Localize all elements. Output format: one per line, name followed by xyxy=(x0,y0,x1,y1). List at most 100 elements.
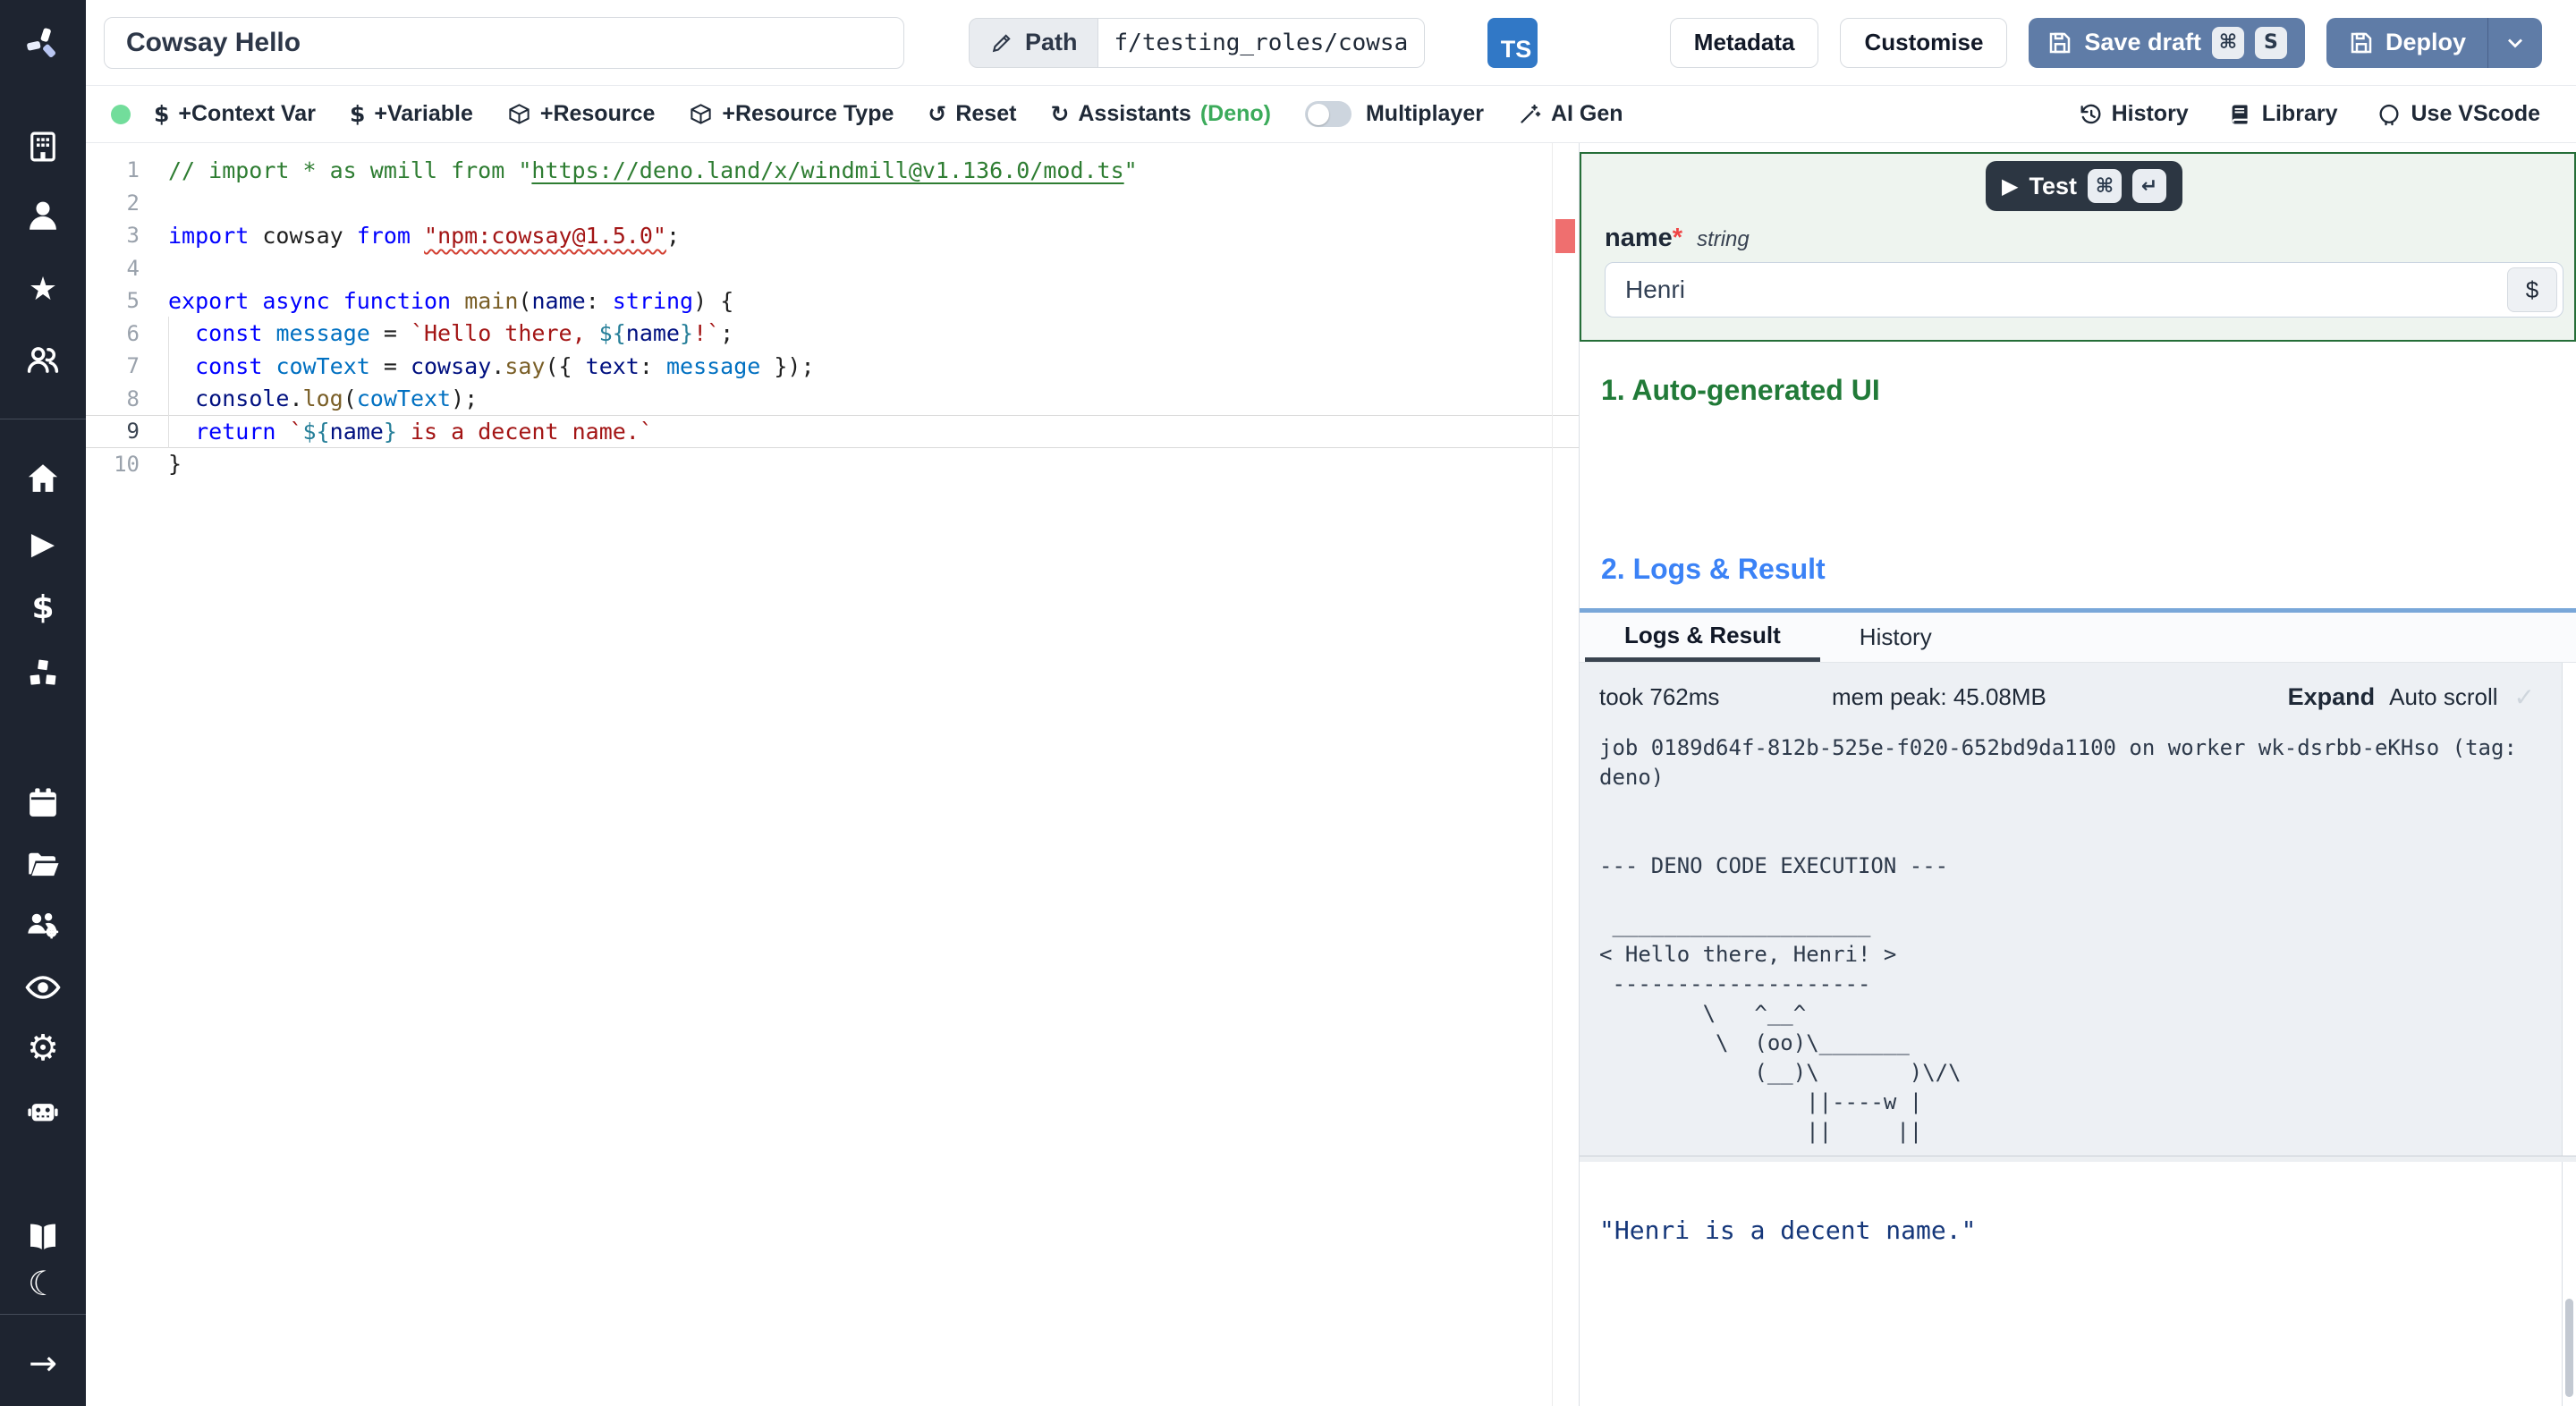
workers-robot-icon[interactable] xyxy=(0,1089,86,1132)
ai-gen-button[interactable]: AI Gen xyxy=(1518,101,1623,127)
tab-history[interactable]: History xyxy=(1820,613,1971,662)
customise-button[interactable]: Customise xyxy=(1840,17,2008,68)
code-text: } xyxy=(168,451,182,478)
scrollbar-thumb[interactable] xyxy=(2565,1299,2573,1397)
code-editor[interactable]: 1 // import * as wmill from "https://deno… xyxy=(86,143,1579,1406)
schedules-calendar-icon[interactable] xyxy=(0,782,86,825)
logs-scrollbar[interactable] xyxy=(2562,663,2576,1156)
line-number: 2 xyxy=(126,190,140,216)
tab-logs-result[interactable]: Logs & Result xyxy=(1585,613,1820,662)
code-text: // import * as wmill from "https://deno.… xyxy=(168,157,1138,183)
code-lines: 1 // import * as wmill from "https://deno… xyxy=(86,154,1579,480)
workspace-icon[interactable] xyxy=(0,125,86,168)
use-vscode-button[interactable]: Use VScode xyxy=(2377,101,2540,127)
line-number: 10 xyxy=(114,451,140,477)
windmill-logo[interactable] xyxy=(0,21,86,64)
deploy-button[interactable]: Deploy xyxy=(2326,17,2542,68)
windmill-app: ★ ▶ $ ⚙ ☾ → Cowsay Hello Path f/testing_… xyxy=(0,0,2576,1406)
library-button[interactable]: Library xyxy=(2228,101,2337,127)
expand-sidebar-arrow-icon[interactable]: → xyxy=(0,1342,86,1385)
logs-pane: took 762ms mem peak: 45.08MB Expand Auto… xyxy=(1580,663,2576,1156)
user-icon[interactable] xyxy=(0,194,86,237)
arg-name: name xyxy=(1605,224,1673,252)
reset-button[interactable]: ↺ Reset xyxy=(928,101,1016,127)
test-button[interactable]: ▶ Test ⌘ ↵ xyxy=(1986,161,2182,211)
path-value[interactable]: f/testing_roles/cowsa xyxy=(1097,18,1425,67)
script-title-input[interactable] xyxy=(104,16,904,69)
content-area: 1 // import * as wmill from "https://deno… xyxy=(86,143,2576,1406)
history-button[interactable]: History xyxy=(2078,101,2189,127)
code-line-4[interactable]: 4 xyxy=(86,252,1579,285)
cmd-key-badge: ⌘ xyxy=(2087,169,2122,203)
code-line-8[interactable]: 8 console.log(cowText); xyxy=(86,382,1579,416)
book-icon xyxy=(2232,105,2248,123)
line-number: 1 xyxy=(126,157,140,183)
cmd-key-badge: ⌘ xyxy=(2211,26,2244,59)
runs-play-icon[interactable]: ▶ xyxy=(0,522,86,565)
metadata-button[interactable]: Metadata xyxy=(1669,17,1819,68)
save-icon xyxy=(2050,32,2071,53)
add-variable-button[interactable]: $ +Variable xyxy=(350,101,473,127)
main-area: Path f/testing_roles/cowsa TS Metadata C… xyxy=(86,0,2576,1406)
assistants-button[interactable]: ↻ Assistants (Deno) xyxy=(1050,101,1271,127)
assistants-language: (Deno) xyxy=(1199,101,1271,126)
groups-admin-icon[interactable] xyxy=(0,903,86,946)
undo-icon: ↺ xyxy=(928,101,947,127)
language-status-dot xyxy=(111,104,131,124)
code-text: console.log(cowText); xyxy=(143,382,478,416)
folders-icon[interactable] xyxy=(0,843,86,885)
logs-meta-row: took 762ms mem peak: 45.08MB Expand Auto… xyxy=(1580,663,2560,712)
logs-tabbar: Logs & Result History xyxy=(1580,613,2576,663)
dollar-icon: $ xyxy=(349,101,366,127)
code-text: const message = `Hello there, ${name}!`; xyxy=(143,317,733,351)
code-line-3[interactable]: 3 import cowsay from "npm:cowsay@1.5.0"; xyxy=(86,219,1579,252)
add-resource-type-button[interactable]: +Resource Type xyxy=(689,101,894,127)
arg-name-input[interactable] xyxy=(1605,262,2563,318)
auto-scroll-label[interactable]: Auto scroll xyxy=(2389,683,2497,711)
save-draft-button[interactable]: Save draft ⌘ S xyxy=(2029,17,2305,68)
args-form: ▶ Test ⌘ ↵ name* string $ xyxy=(1580,152,2576,342)
path-editor[interactable]: Path f/testing_roles/cowsa xyxy=(969,17,1426,68)
settings-gear-icon[interactable]: ⚙ xyxy=(0,1027,86,1070)
add-resource-button[interactable]: +Resource xyxy=(507,101,655,127)
code-line-9[interactable]: 9 return `${name} is a decent name.` xyxy=(86,414,1579,448)
code-line-6[interactable]: 6 const message = `Hello there, ${name}!… xyxy=(86,317,1579,351)
error-marker xyxy=(1555,219,1575,253)
logs-result-divider[interactable] xyxy=(1580,1156,2576,1162)
line-number: 8 xyxy=(126,385,140,411)
code-line-2[interactable]: 2 xyxy=(86,187,1579,220)
result-scrollbar[interactable] xyxy=(2562,1162,2576,1406)
code-line-7[interactable]: 7 const cowText = cowsay.say({ text: mes… xyxy=(86,349,1579,383)
resources-cubes-icon[interactable] xyxy=(0,652,86,695)
job-result-value: "Henri is a decent name." xyxy=(1599,1215,1977,1245)
add-context-var-button[interactable]: $ +Context Var xyxy=(154,101,316,127)
result-pane: "Henri is a decent name." xyxy=(1580,1162,2576,1406)
play-icon: ▶ xyxy=(2002,174,2019,199)
top-header: Path f/testing_roles/cowsa TS Metadata C… xyxy=(86,0,2576,86)
code-line-5[interactable]: 5 export async function main(name: string… xyxy=(86,284,1579,318)
chevron-down-icon xyxy=(2508,38,2522,47)
line-number: 9 xyxy=(126,419,140,445)
home-icon[interactable] xyxy=(0,457,86,500)
users-icon[interactable] xyxy=(0,338,86,381)
section-logs-result: 2. Logs & Result xyxy=(1601,553,1826,585)
pencil-icon xyxy=(992,33,1011,52)
code-line-10[interactable]: 10} xyxy=(86,448,1579,481)
deploy-main[interactable]: Deploy xyxy=(2326,18,2487,68)
multiplayer-toggle[interactable] xyxy=(1304,101,1352,127)
favorites-star-icon[interactable]: ★ xyxy=(0,268,86,311)
arg-label: name* string xyxy=(1605,224,2563,253)
audit-eye-icon[interactable] xyxy=(0,966,86,1009)
code-text: return `${name} is a decent name.` xyxy=(143,414,653,448)
docs-book-icon[interactable] xyxy=(0,1215,86,1258)
check-icon[interactable]: ✓ xyxy=(2514,682,2535,712)
package-icon xyxy=(509,104,530,124)
insert-variable-button[interactable]: $ xyxy=(2507,267,2557,312)
dark-mode-moon-icon[interactable]: ☾ xyxy=(0,1262,86,1305)
code-line-1[interactable]: 1 // import * as wmill from "https://deno… xyxy=(86,154,1579,187)
expand-button[interactable]: Expand xyxy=(2288,683,2376,711)
variables-dollar-icon[interactable]: $ xyxy=(0,587,86,630)
deploy-dropdown-button[interactable] xyxy=(2487,17,2542,68)
overview-ruler xyxy=(1552,143,1553,1406)
editor-toolbar: $ +Context Var $ +Variable +Resource +Re… xyxy=(86,86,2576,143)
